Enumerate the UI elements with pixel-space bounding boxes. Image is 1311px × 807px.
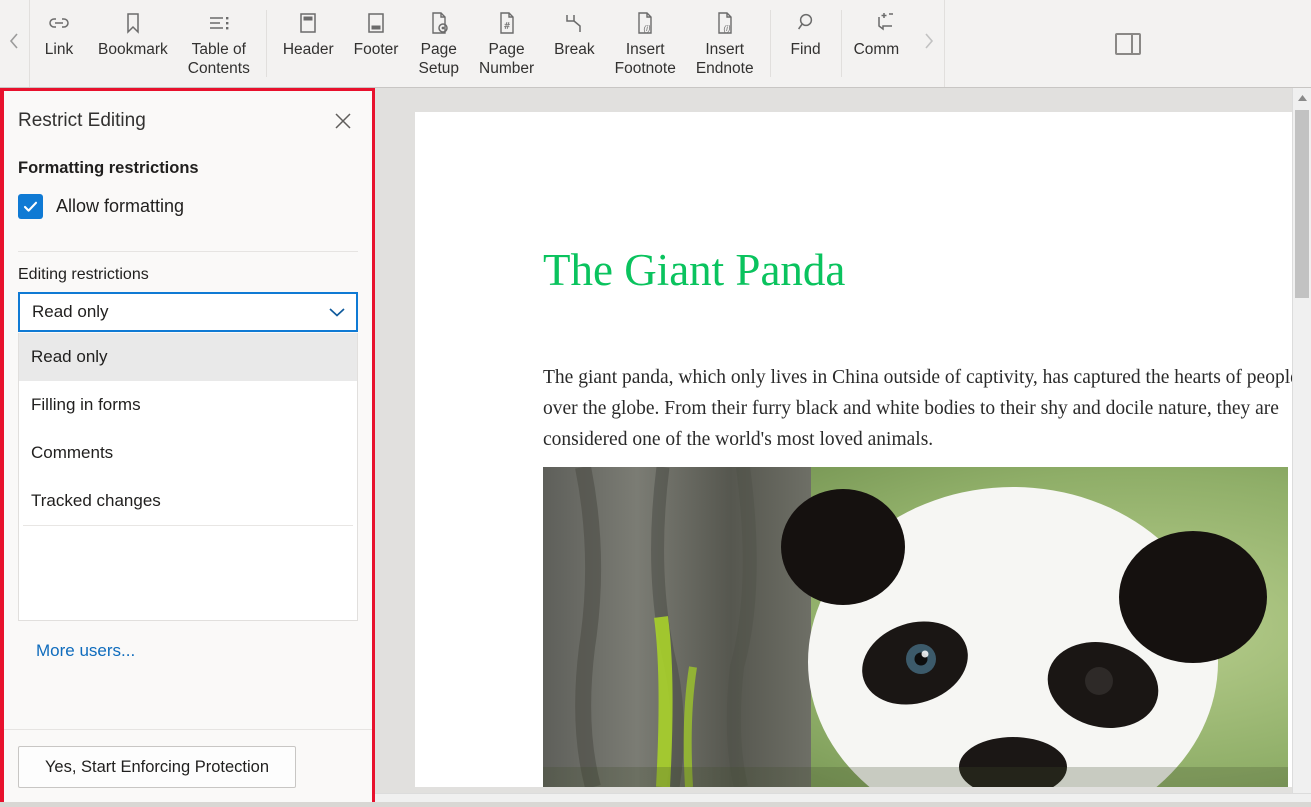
document-page[interactable]: The Giant Panda The giant panda, which o…: [415, 112, 1311, 787]
more-users-link[interactable]: More users...: [18, 621, 358, 661]
option-read-only[interactable]: Read only: [19, 333, 357, 381]
editing-restrictions-section: Editing restrictions Read only Read only…: [4, 252, 372, 661]
checkmark-icon: [23, 201, 38, 212]
ribbon-button-label: Table of Contents: [187, 41, 250, 77]
restrict-editing-panel-header: Restrict Editing: [4, 91, 372, 151]
svg-text:(i): (i): [644, 24, 651, 33]
formatting-restrictions-title: Formatting restrictions: [18, 159, 199, 177]
close-icon[interactable]: [328, 106, 358, 136]
formatting-restrictions-section: Formatting restrictions Allow formatting: [4, 151, 372, 252]
link-icon: [45, 6, 73, 40]
bookmark-icon: [119, 6, 147, 40]
vertical-scrollbar[interactable]: [1292, 88, 1311, 793]
insert-endnote-icon: (i): [711, 6, 739, 40]
ribbon-button-label: Header: [282, 41, 334, 58]
chevron-right-icon: [923, 32, 934, 55]
ribbon-button-label: Insert Endnote: [695, 41, 754, 77]
panel-spacer: [4, 661, 372, 729]
ribbon-button-bookmark[interactable]: Bookmark: [88, 0, 178, 87]
editing-restrictions-selected-value: Read only: [32, 302, 109, 321]
ribbon-button-footer[interactable]: Footer: [344, 0, 409, 87]
page-title: Restrict Editing: [18, 110, 146, 131]
start-enforcing-protection-button[interactable]: Yes, Start Enforcing Protection: [18, 746, 296, 788]
table-of-contents-icon: [205, 6, 233, 40]
ribbon-button-label: Insert Footnote: [614, 41, 676, 77]
ribbon-button-label: Page Setup: [418, 41, 459, 77]
option-comments[interactable]: Comments: [19, 429, 357, 477]
toggle-side-panel-button[interactable]: [943, 0, 1311, 87]
ribbon-group-comments: Comm: [848, 0, 914, 87]
chevron-down-icon: [328, 306, 346, 318]
ribbon-button-label: Find: [790, 41, 821, 58]
insert-footnote-icon: (i): [631, 6, 659, 40]
ribbon-button-label: Bookmark: [98, 41, 168, 58]
ribbon-separator: [769, 10, 771, 77]
ribbon-button-header[interactable]: Header: [273, 0, 344, 87]
option-list-empty-area: [19, 526, 357, 620]
document-heading: The Giant Panda: [543, 245, 846, 295]
ribbon-button-break[interactable]: Break: [544, 0, 605, 87]
ribbon-group-layout: Header Footer Page Setup # Page Number B…: [273, 0, 764, 87]
editing-restrictions-dropdown[interactable]: Read only: [18, 292, 358, 332]
page-number-icon: #: [493, 6, 521, 40]
ribbon-button-page-setup[interactable]: Page Setup: [408, 0, 469, 87]
ribbon-button-table-of-contents[interactable]: Table of Contents: [178, 0, 260, 87]
ribbon-button-insert-endnote[interactable]: (i) Insert Endnote: [686, 0, 764, 87]
ribbon-button-comment[interactable]: Comm: [848, 0, 914, 87]
option-tracked-changes[interactable]: Tracked changes: [19, 477, 357, 525]
break-icon: [560, 6, 588, 40]
ribbon-group-find: Find: [777, 0, 835, 87]
ribbon-button-label: Link: [44, 41, 74, 58]
svg-text:#: #: [504, 21, 510, 32]
allow-formatting-label: Allow formatting: [56, 196, 185, 216]
ribbon-group-insert: Link Bookmark Table of Contents: [30, 0, 260, 87]
word-editor-window: Link Bookmark Table of Contents Header F…: [0, 0, 1311, 807]
vertical-scrollbar-thumb[interactable]: [1295, 110, 1309, 298]
chevron-left-icon: [9, 32, 20, 55]
ribbon-button-link[interactable]: Link: [30, 0, 88, 87]
comment-icon: [852, 6, 914, 40]
ribbon-button-label: Page Number: [479, 41, 535, 77]
option-list-items: Read only Filling in forms Comments Trac…: [19, 333, 357, 525]
ribbon-separator: [840, 10, 842, 77]
editing-restrictions-label: Editing restrictions: [18, 266, 149, 283]
allow-formatting-checkbox[interactable]: [18, 194, 43, 219]
ribbon-button-page-number[interactable]: # Page Number: [469, 0, 544, 87]
ribbon-separator: [265, 10, 267, 77]
svg-text:(i): (i): [723, 24, 730, 33]
ribbon-button-label: Break: [554, 41, 595, 58]
allow-formatting-row[interactable]: Allow formatting: [18, 194, 358, 233]
restrict-editing-panel: Restrict Editing Formatting restrictions…: [0, 88, 375, 807]
window-bottom-edge: [0, 802, 1311, 807]
split-pane-icon: [1114, 32, 1141, 55]
option-filling-in-forms[interactable]: Filling in forms: [19, 381, 357, 429]
ribbon-button-label: Comm: [853, 41, 900, 58]
find-icon: [792, 6, 820, 40]
document-canvas[interactable]: The Giant Panda The giant panda, which o…: [375, 88, 1311, 807]
ribbon-toolbar: Link Bookmark Table of Contents Header F…: [0, 0, 1311, 88]
ribbon-scroll-left-button[interactable]: [0, 0, 30, 87]
page-setup-icon: [425, 6, 453, 40]
ribbon-scroll-right-button[interactable]: [914, 0, 944, 87]
ribbon-button-insert-footnote[interactable]: (i) Insert Footnote: [605, 0, 686, 87]
editing-restrictions-option-list[interactable]: Read only Filling in forms Comments Trac…: [18, 333, 358, 621]
ribbon-button-label: Footer: [353, 41, 399, 58]
ribbon-button-find[interactable]: Find: [777, 0, 835, 87]
footer-icon: [362, 6, 390, 40]
restrict-editing-panel-footer: Yes, Start Enforcing Protection: [4, 729, 372, 804]
document-paragraph: The giant panda, which only lives in Chi…: [543, 367, 1311, 450]
scroll-up-arrow-icon[interactable]: [1293, 88, 1311, 107]
header-icon: [294, 6, 322, 40]
giant-panda-photo: [543, 467, 1288, 787]
